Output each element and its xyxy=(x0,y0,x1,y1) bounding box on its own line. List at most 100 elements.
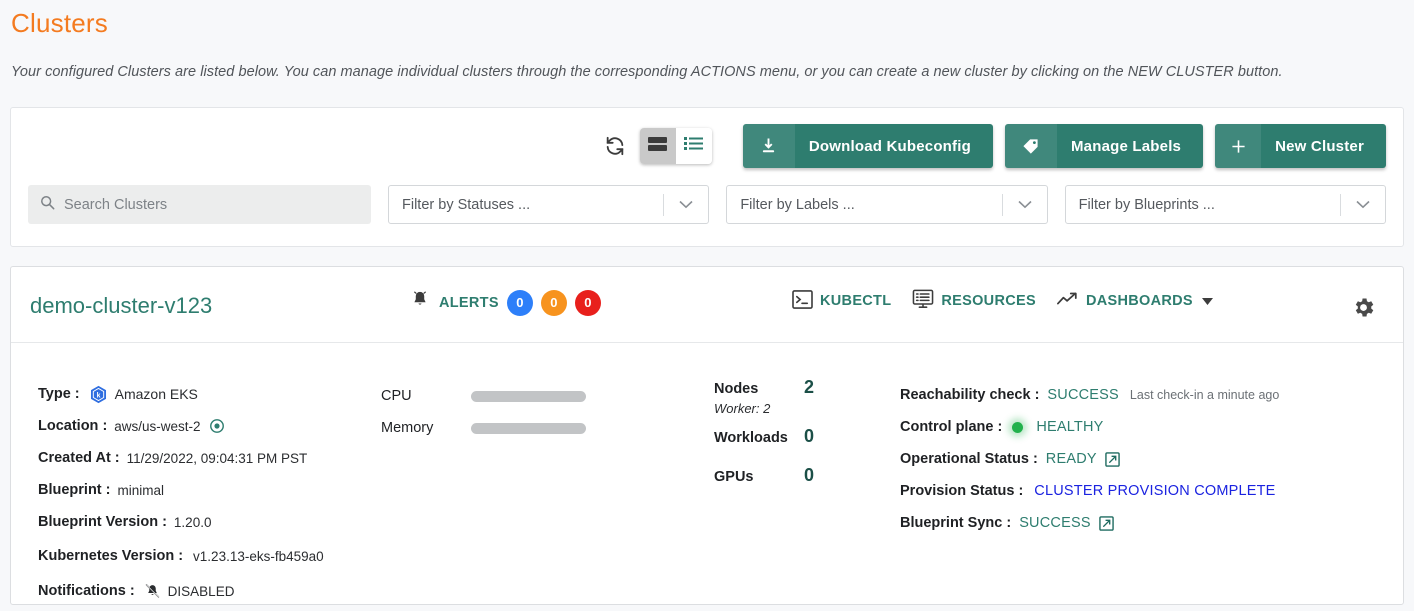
nodes-worker-sub: Worker: 2 xyxy=(714,401,771,416)
toolbar-panel: Download Kubeconfig Manage Labels New Cl… xyxy=(10,107,1404,247)
alerts-label: ALERTS xyxy=(439,294,499,311)
operational-status-label: Operational Status : xyxy=(900,451,1038,467)
toolbar-actions: Download Kubeconfig Manage Labels New Cl… xyxy=(598,124,1386,168)
external-link-icon[interactable] xyxy=(1104,451,1120,467)
bell-off-icon xyxy=(144,583,161,600)
cpu-meter-track xyxy=(471,390,586,402)
kubectl-label: KUBECTL xyxy=(820,293,892,309)
bell-icon xyxy=(409,289,431,316)
resources-label: RESOURCES xyxy=(941,293,1036,309)
workloads-value: 0 xyxy=(804,426,815,446)
workloads-row: Workloads 0 xyxy=(714,426,814,448)
type-value: Amazon EKS xyxy=(114,386,198,402)
cluster-counts-column: Nodes 2 Worker: 2 Workloads 0 GPUs 0 xyxy=(714,377,814,487)
chevron-down-icon[interactable] xyxy=(664,200,708,209)
gpus-row: GPUs 0 xyxy=(714,465,814,487)
blueprint-sync-row: Blueprint Sync : SUCCESS xyxy=(900,507,1279,539)
refresh-button[interactable] xyxy=(598,129,632,163)
target-icon[interactable] xyxy=(209,418,225,434)
list-view-icon xyxy=(684,136,704,156)
list-view-button[interactable] xyxy=(675,128,712,164)
card-view-button[interactable] xyxy=(639,128,676,164)
cpu-meter-row: CPU xyxy=(381,380,586,412)
gear-icon xyxy=(1351,298,1376,324)
kubernetes-version-row: Kubernetes Version : v1.23.13-eks-fb459a… xyxy=(38,538,324,574)
gpus-label: GPUs xyxy=(714,469,754,485)
svg-text:k: k xyxy=(96,392,100,399)
blueprint-sync-value: SUCCESS xyxy=(1019,515,1091,531)
search-icon xyxy=(40,195,55,215)
kubernetes-icon: k xyxy=(89,385,108,404)
card-view-icon xyxy=(648,136,668,157)
cpu-label: CPU xyxy=(381,388,412,404)
cluster-meters-column: CPU Memory xyxy=(381,380,586,444)
cluster-settings-button[interactable] xyxy=(1351,295,1376,325)
resources-action[interactable]: RESOURCES xyxy=(912,289,1036,313)
view-toggle[interactable] xyxy=(639,128,712,164)
new-cluster-label: New Cluster xyxy=(1275,137,1364,155)
reachability-note: Last check-in a minute ago xyxy=(1129,388,1280,402)
alerts-badge-critical[interactable]: 0 xyxy=(574,289,601,316)
created-label: Created At : xyxy=(38,450,120,466)
chevron-down-icon[interactable] xyxy=(1201,293,1213,309)
filter-blueprints-select[interactable]: Filter by Blueprints ... xyxy=(1064,185,1386,224)
blueprint-version-value: 1.20.0 xyxy=(173,514,212,530)
memory-meter-row: Memory xyxy=(381,412,586,444)
blueprint-value: minimal xyxy=(117,482,165,498)
refresh-icon xyxy=(604,135,626,157)
kubernetes-version-value: v1.23.13-eks-fb459a0 xyxy=(193,548,324,564)
cluster-name[interactable]: demo-cluster-v123 xyxy=(30,293,212,319)
info-row-blueprint: Blueprint : minimal xyxy=(38,474,324,506)
chevron-down-icon[interactable] xyxy=(1003,200,1047,209)
reachability-label: Reachability check : xyxy=(900,387,1040,403)
provision-status-row: Provision Status : CLUSTER PROVISION COM… xyxy=(900,475,1279,507)
dashboards-label: DASHBOARDS xyxy=(1085,293,1193,309)
filter-labels-select[interactable]: Filter by Labels ... xyxy=(726,185,1048,224)
filter-statuses-select[interactable]: Filter by Statuses ... xyxy=(388,185,710,224)
control-plane-value: HEALTHY xyxy=(1036,419,1104,435)
type-label: Type : xyxy=(38,386,80,402)
alerts-badge-warning[interactable]: 0 xyxy=(540,289,567,316)
cluster-card: demo-cluster-v123 ALERTS 0 0 0 KUBECTL R… xyxy=(10,266,1404,605)
page-subtitle: Your configured Clusters are listed belo… xyxy=(11,64,1283,80)
gpus-value: 0 xyxy=(804,465,815,485)
provision-status-value[interactable]: CLUSTER PROVISION COMPLETE xyxy=(1034,483,1275,499)
manage-labels-button[interactable]: Manage Labels xyxy=(1004,124,1204,168)
operational-status-row: Operational Status : READY xyxy=(900,443,1279,475)
external-link-icon[interactable] xyxy=(1098,515,1114,531)
download-icon xyxy=(742,124,795,168)
info-row-blueprint-version: Blueprint Version : 1.20.0 xyxy=(38,506,324,538)
cluster-card-body: Type : k Amazon EKS Location : aws/us-we… xyxy=(11,343,1403,611)
filter-labels-label: Filter by Labels ... xyxy=(740,196,855,213)
search-clusters-input[interactable]: Search Clusters xyxy=(28,185,371,224)
alerts-badge-info[interactable]: 0 xyxy=(506,289,533,316)
cluster-card-header: demo-cluster-v123 ALERTS 0 0 0 KUBECTL R… xyxy=(11,267,1403,343)
info-row-created: Created At : 11/29/2022, 09:04:31 PM PST xyxy=(38,442,324,474)
terminal-icon xyxy=(792,289,813,313)
alerts-group[interactable]: ALERTS 0 0 0 xyxy=(409,289,601,316)
control-plane-row: Control plane : HEALTHY xyxy=(900,411,1279,443)
dashboards-action[interactable]: DASHBOARDS xyxy=(1056,291,1213,311)
nodes-value: 2 xyxy=(804,377,815,397)
chevron-down-icon[interactable] xyxy=(1341,200,1385,209)
created-value: 11/29/2022, 09:04:31 PM PST xyxy=(126,450,308,466)
notifications-value: DISABLED xyxy=(167,583,235,599)
kubernetes-version-label: Kubernetes Version : xyxy=(38,548,184,564)
cluster-info-column: Type : k Amazon EKS Location : aws/us-we… xyxy=(38,378,324,608)
location-label: Location : xyxy=(38,418,108,434)
download-kubeconfig-button[interactable]: Download Kubeconfig xyxy=(742,124,993,168)
operational-status-value: READY xyxy=(1045,451,1097,467)
info-row-notifications: Notifications : DISABLED xyxy=(38,574,324,608)
download-kubeconfig-label: Download Kubeconfig xyxy=(808,137,971,155)
blueprint-version-label: Blueprint Version : xyxy=(38,514,167,530)
nodes-row: Nodes 2 xyxy=(714,377,814,399)
info-row-type: Type : k Amazon EKS xyxy=(38,378,324,410)
new-cluster-button[interactable]: New Cluster xyxy=(1215,124,1386,168)
cluster-actions: KUBECTL RESOURCES DASHBOARDS xyxy=(792,289,1227,313)
kubectl-action[interactable]: KUBECTL xyxy=(792,289,892,313)
page-title: Clusters xyxy=(11,8,108,38)
memory-label: Memory xyxy=(381,420,434,436)
reachability-value: SUCCESS xyxy=(1047,387,1119,403)
provision-status-label: Provision Status : xyxy=(900,483,1024,499)
trending-up-icon xyxy=(1056,291,1079,311)
